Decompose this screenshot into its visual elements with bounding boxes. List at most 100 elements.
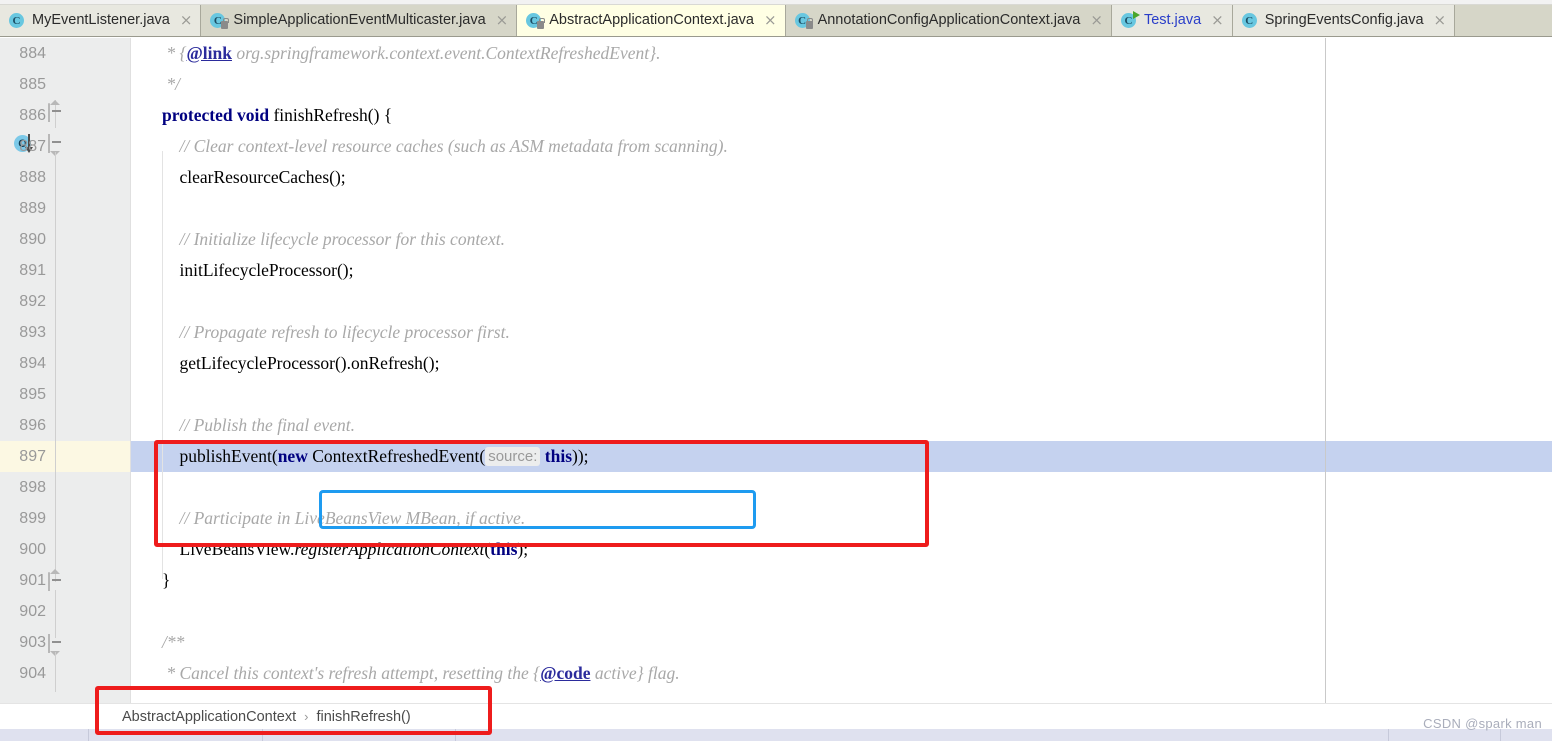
parameter-hint-source: source:	[485, 447, 541, 466]
lock-icon	[221, 18, 229, 29]
editor-tab-springeventsconfig[interactable]: C SpringEventsConfig.java ×	[1232, 5, 1456, 36]
code-line-900[interactable]: 900 LiveBeansView. registerApplicationCon…	[0, 534, 1552, 565]
line-number: 895	[19, 385, 46, 403]
line-number: 892	[19, 292, 46, 310]
code-text: */	[162, 74, 180, 94]
status-divider	[1388, 729, 1389, 741]
breadcrumb-item-class[interactable]: AbstractApplicationContext	[122, 709, 296, 725]
code-line-887[interactable]: 887 // Clear context-level resource cach…	[0, 131, 1552, 162]
editor-tab-simpleapplicationeventmulticaster[interactable]: C SimpleApplicationEventMulticaster.java…	[201, 5, 518, 36]
code-text: * {@link org.​springframework.​context.​…	[162, 43, 661, 63]
code-line-897[interactable]: 897 publishEvent(new ContextRefreshedEve…	[0, 441, 1552, 472]
java-class-icon: C	[210, 12, 229, 29]
code-text: // Propagate refresh to lifecycle proces…	[162, 322, 510, 342]
code-editor[interactable]: O 884 * {@link org.​springframework.​con…	[0, 38, 1552, 703]
line-number: 897	[19, 447, 46, 465]
code-text: initLifecycleProcessor();	[162, 260, 354, 280]
code-line-890[interactable]: 890 // Initialize lifecycle processor fo…	[0, 224, 1552, 255]
tab-label: MyEventListener.java	[32, 12, 170, 29]
code-text: // Publish the final event.	[162, 415, 355, 435]
line-number: 884	[19, 44, 46, 62]
code-line-885[interactable]: 885 */	[0, 69, 1552, 100]
code-line-901[interactable]: 901 }	[0, 565, 1552, 596]
code-line-891[interactable]: 891 initLifecycleProcessor();	[0, 255, 1552, 286]
editor-tab-test[interactable]: C Test.java ×	[1111, 5, 1233, 36]
line-number: 890	[19, 230, 46, 248]
tab-label: SpringEventsConfig.java	[1264, 12, 1424, 29]
line-number: 887	[19, 137, 46, 155]
editor-tab-annotationconfigapplicationcontext[interactable]: C AnnotationConfigApplicationContext.jav…	[785, 5, 1112, 36]
code-line-888[interactable]: 888 clearResourceCaches();	[0, 162, 1552, 193]
line-number: 898	[19, 478, 46, 496]
run-arrow-icon	[1132, 11, 1140, 19]
code-text: getLifecycleProcessor().onRefresh();	[162, 353, 440, 373]
code-line-892[interactable]: 892	[0, 286, 1552, 317]
code-line-903[interactable]: 903 /**	[0, 627, 1552, 658]
line-number: 893	[19, 323, 46, 341]
code-text: LiveBeansView. registerApplicationContext…	[162, 539, 529, 559]
code-line-895[interactable]: 895	[0, 379, 1552, 410]
close-icon[interactable]: ×	[180, 13, 193, 28]
code-text: clearResourceCaches();	[162, 167, 346, 187]
editor-tab-bar: C MyEventListener.java × C SimpleApplica…	[0, 5, 1552, 37]
code-line-898[interactable]: 898	[0, 472, 1552, 503]
editor-tab-myeventlistener[interactable]: C MyEventListener.java ×	[0, 5, 202, 36]
lock-icon	[537, 18, 545, 29]
line-number: 900	[19, 540, 46, 558]
lock-icon	[805, 18, 814, 29]
line-number: 903	[19, 633, 46, 651]
line-number: 885	[19, 75, 46, 93]
code-text: publishEvent(new ContextRefreshedEvent(s…	[162, 446, 589, 466]
line-number: 899	[19, 509, 46, 527]
status-divider	[455, 729, 456, 741]
close-icon[interactable]: ×	[1090, 13, 1103, 28]
code-text: * Cancel this context's refresh attempt,…	[162, 663, 680, 683]
code-text: // Participate in LiveBeansView MBean, i…	[162, 508, 526, 528]
editor-tab-abstractapplicationcontext[interactable]: C AbstractApplicationContext.java ×	[517, 5, 786, 36]
code-line-889[interactable]: 889	[0, 193, 1552, 224]
code-line-884[interactable]: 884 * {@link org.​springframework.​conte…	[0, 38, 1552, 69]
code-line-896[interactable]: 896 // Publish the final event.	[0, 410, 1552, 441]
status-divider	[262, 729, 263, 741]
code-line-894[interactable]: 894 getLifecycleProcessor().onRefresh();	[0, 348, 1552, 379]
java-class-icon: C	[794, 12, 814, 29]
tab-label: Test.java	[1143, 12, 1202, 29]
tab-label: SimpleApplicationEventMulticaster.java	[233, 12, 486, 29]
line-number: 894	[19, 354, 46, 372]
code-line-904[interactable]: 904 * Cancel this context's refresh atte…	[0, 658, 1552, 689]
code-text: /**	[162, 632, 185, 652]
java-class-icon: C	[526, 12, 545, 29]
line-number: 896	[19, 416, 46, 434]
code-line-893[interactable]: 893 // Propagate refresh to lifecycle pr…	[0, 317, 1552, 348]
close-icon[interactable]: ×	[1434, 13, 1447, 28]
status-bar[interactable]	[0, 729, 1552, 741]
java-class-icon: C	[9, 12, 26, 29]
code-line-886[interactable]: 886 protected void finishRefresh() {	[0, 100, 1552, 131]
java-class-icon: C	[1241, 12, 1259, 29]
chevron-right-icon: ›	[304, 709, 309, 724]
tab-label: AnnotationConfigApplicationContext.java	[817, 12, 1081, 29]
close-icon[interactable]: ×	[764, 13, 777, 28]
status-divider	[88, 729, 89, 741]
line-number: 888	[19, 168, 46, 186]
code-text: // Initialize lifecycle processor for th…	[162, 229, 505, 249]
code-text: protected void finishRefresh() {	[162, 105, 393, 125]
line-number: 889	[19, 199, 46, 217]
close-icon[interactable]: ×	[1211, 13, 1224, 28]
watermark: CSDN @spark man	[1423, 716, 1542, 731]
line-number: 904	[19, 664, 46, 682]
breadcrumb-item-method[interactable]: finishRefresh()	[316, 709, 410, 725]
code-line-899[interactable]: 899 // Participate in LiveBeansView MBea…	[0, 503, 1552, 534]
code-line-902[interactable]: 902	[0, 596, 1552, 627]
java-class-icon: C	[1120, 11, 1140, 29]
code-text: }	[162, 570, 171, 590]
line-number: 901	[19, 571, 46, 589]
close-icon[interactable]: ×	[496, 13, 509, 28]
breadcrumb[interactable]: AbstractApplicationContext › finishRefre…	[0, 703, 1552, 729]
line-number: 886	[19, 106, 46, 124]
